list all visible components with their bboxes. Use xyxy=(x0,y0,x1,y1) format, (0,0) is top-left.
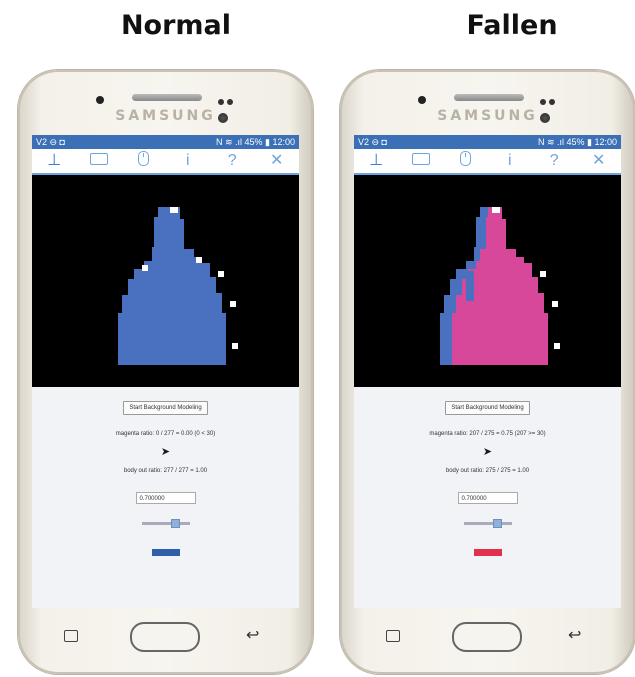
home-button[interactable] xyxy=(452,622,522,652)
magenta-ratio-text: magenta ratio: 0 / 277 = 0.00 (0 < 30) xyxy=(115,431,216,437)
brand-logo: SAMSUNG xyxy=(115,108,216,124)
back-icon[interactable]: ↩ xyxy=(568,625,581,645)
status-indicator xyxy=(151,549,180,556)
threshold-slider[interactable] xyxy=(141,519,190,528)
status-bar: V2 ⊖ ◘ N ≋ .ıl 45% ▮ 12:00 xyxy=(354,135,621,149)
sensors xyxy=(218,92,248,123)
body-out-ratio-text: body out ratio: 275 / 275 = 1.00 xyxy=(445,468,530,474)
status-indicator xyxy=(473,549,502,556)
magenta-ratio-text: magenta ratio: 207 / 275 = 0.75 (207 >= … xyxy=(429,431,546,437)
person-silhouette xyxy=(118,207,238,365)
depth-camera-view xyxy=(32,175,299,385)
status-left-icons: V2 ⊖ ◘ xyxy=(358,136,387,147)
hardware-nav-bar: ↩ xyxy=(18,616,313,656)
screen: V2 ⊖ ◘ N ≋ .ıl 45% ▮ 12:00 ⊥ i ? ✕ Start… xyxy=(354,135,621,608)
app-toolbar: ⊥ i ? ✕ xyxy=(354,149,621,175)
pin-icon[interactable]: ⊥ xyxy=(364,151,388,171)
slider-knob[interactable] xyxy=(170,519,180,528)
recent-apps-icon[interactable] xyxy=(64,630,78,642)
depth-camera-view xyxy=(354,175,621,385)
app-toolbar: ⊥ i ? ✕ xyxy=(32,149,299,175)
control-panel: Start Background Modeling magenta ratio:… xyxy=(354,387,621,608)
threshold-input[interactable]: 0.700000 xyxy=(457,492,518,504)
back-icon[interactable]: ↩ xyxy=(246,625,259,645)
slider-knob[interactable] xyxy=(492,519,502,528)
person-silhouette xyxy=(440,207,560,365)
screen: V2 ⊖ ◘ N ≋ .ıl 45% ▮ 12:00 ⊥ i ? ✕ Start… xyxy=(32,135,299,608)
recent-apps-icon[interactable] xyxy=(386,630,400,642)
cursor-icon: ➤ xyxy=(482,446,493,458)
hardware-nav-bar: ↩ xyxy=(340,616,635,656)
body-out-ratio-text: body out ratio: 277 / 277 = 1.00 xyxy=(123,468,208,474)
keyboard-icon[interactable] xyxy=(87,151,111,171)
start-background-modeling-button[interactable]: Start Background Modeling xyxy=(123,401,208,415)
start-background-modeling-button[interactable]: Start Background Modeling xyxy=(445,401,530,415)
caption-fallen: Fallen xyxy=(466,10,558,41)
control-panel: Start Background Modeling magenta ratio:… xyxy=(32,387,299,608)
front-camera-icon xyxy=(418,96,426,104)
status-right-icons: N ≋ .ıl 45% ▮ 12:00 xyxy=(537,136,617,147)
mouse-icon[interactable] xyxy=(131,150,155,172)
close-icon[interactable]: ✕ xyxy=(265,151,289,171)
status-bar: V2 ⊖ ◘ N ≋ .ıl 45% ▮ 12:00 xyxy=(32,135,299,149)
sensors xyxy=(540,92,570,123)
speaker-grille xyxy=(454,94,524,101)
pin-icon[interactable]: ⊥ xyxy=(42,151,66,171)
brand-logo: SAMSUNG xyxy=(437,108,538,124)
threshold-input[interactable]: 0.700000 xyxy=(135,492,196,504)
phone-fallen: SAMSUNG V2 ⊖ ◘ N ≋ .ıl 45% ▮ 12:00 ⊥ i ?… xyxy=(340,70,635,674)
close-icon[interactable]: ✕ xyxy=(587,151,611,171)
info-icon[interactable]: i xyxy=(176,151,200,171)
home-button[interactable] xyxy=(130,622,200,652)
cursor-icon: ➤ xyxy=(160,446,171,458)
speaker-grille xyxy=(132,94,202,101)
status-right-icons: N ≋ .ıl 45% ▮ 12:00 xyxy=(215,136,295,147)
help-icon[interactable]: ? xyxy=(220,151,244,171)
info-icon[interactable]: i xyxy=(498,151,522,171)
mouse-icon[interactable] xyxy=(453,150,477,172)
front-camera-icon xyxy=(96,96,104,104)
keyboard-icon[interactable] xyxy=(409,151,433,171)
threshold-slider[interactable] xyxy=(463,519,512,528)
caption-normal: Normal xyxy=(120,10,232,41)
phone-normal: SAMSUNG V2 ⊖ ◘ N ≋ .ıl 45% ▮ 12:00 ⊥ i ?… xyxy=(18,70,313,674)
status-left-icons: V2 ⊖ ◘ xyxy=(36,136,65,147)
help-icon[interactable]: ? xyxy=(542,151,566,171)
